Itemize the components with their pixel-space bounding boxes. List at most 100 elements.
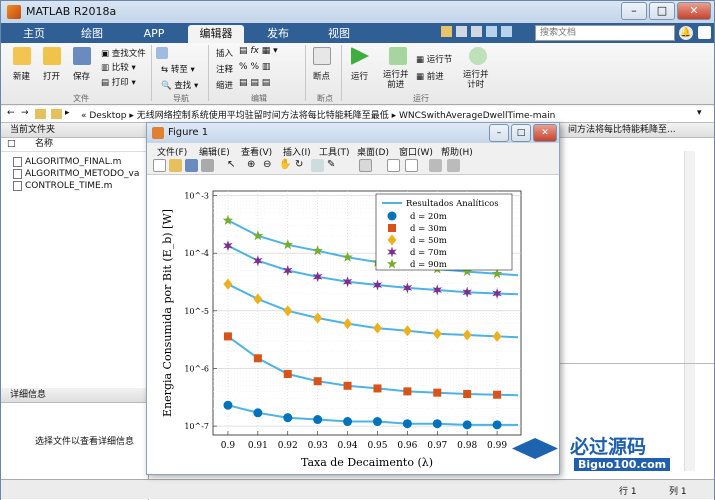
title-bar: MATLAB R2018a – □ ✕	[1, 1, 714, 23]
fx-icon[interactable]: fx	[250, 46, 259, 56]
breakpoint-group-label: 断点	[317, 94, 333, 103]
legend-label: Resultados Analíticos	[406, 198, 499, 209]
goto-button[interactable]: ⇆ 转至 ▾	[161, 63, 195, 75]
editor-tab-peek[interactable]: 间方法将每比特能耗降至...	[559, 123, 714, 138]
new-figure-icon[interactable]	[153, 159, 166, 172]
rotate-icon[interactable]: ↻	[295, 159, 308, 172]
tab-plots[interactable]: 绘图	[67, 25, 117, 43]
help-icon[interactable]	[698, 26, 711, 39]
legend-icon[interactable]	[405, 159, 418, 172]
x-tick-label: 0.97	[427, 441, 447, 451]
run-advance-button[interactable]: 运行并 前进	[383, 70, 409, 90]
run-button[interactable]: 运行	[351, 70, 368, 82]
forward-arrow-icon[interactable]: →	[21, 108, 29, 118]
tab-home[interactable]: 主页	[9, 25, 59, 43]
tab-view[interactable]: 视图	[314, 25, 364, 43]
back-arrow-icon[interactable]: ←	[7, 108, 15, 118]
minimize-button[interactable]: –	[621, 2, 647, 20]
print-button[interactable]: ▤ 打印 ▾	[101, 76, 136, 88]
tab-editor[interactable]: 编辑器	[188, 25, 244, 43]
file-item[interactable]: ALGORITMO_METODO_va	[1, 168, 148, 180]
comment-icon[interactable]: %	[239, 62, 248, 72]
redo-icon[interactable]	[501, 26, 512, 37]
data-cursor-icon[interactable]	[311, 159, 324, 172]
outdent-icon[interactable]: ▤	[262, 78, 271, 88]
colorbar-icon[interactable]	[387, 159, 400, 172]
zoom-in-icon[interactable]: ⊕	[247, 159, 260, 172]
open-button[interactable]: 打开	[43, 70, 60, 82]
browse-folder-icon[interactable]	[51, 109, 62, 119]
compare-button[interactable]: ▥ 比较 ▾	[101, 61, 136, 73]
save-icon[interactable]	[73, 47, 91, 65]
save-figure-icon[interactable]	[185, 159, 198, 172]
notification-icon[interactable]: 🔔	[679, 26, 693, 40]
brush-icon[interactable]: ✎	[327, 159, 340, 172]
save-button[interactable]: 保存	[73, 70, 90, 82]
path-breadcrumb[interactable]: « Desktop ▸ 无线网络控制系统使用平均驻留时间方法将每比特能耗降至最低…	[81, 108, 555, 121]
find-button[interactable]: 🔍 查找 ▾	[161, 79, 198, 91]
copy-icon[interactable]	[471, 26, 482, 37]
cursor-icon[interactable]: ↖	[227, 159, 240, 172]
figure-maximize-button[interactable]: □	[511, 124, 531, 142]
chart-svg[interactable]: 0.9 0.91 0.92 0.93 0.94 0.95 0.96 0.97 0.98 0.99 1…	[147, 175, 559, 474]
x-tick-label: 0.93	[308, 441, 328, 451]
run-section-button[interactable]: ▦ 运行节	[416, 53, 452, 65]
cut-icon[interactable]	[456, 26, 467, 37]
advance-button[interactable]: ▦ 前进	[416, 70, 444, 82]
run-and-time-button[interactable]: 运行并 计时	[463, 70, 489, 90]
find-file-button[interactable]: ▣ 查找文件	[101, 47, 146, 59]
run-icon[interactable]	[351, 47, 369, 65]
address-dropdown-icon[interactable]: ▾	[697, 108, 702, 118]
search-docs-input[interactable]: 搜索文档	[535, 25, 675, 41]
maximize-button[interactable]: □	[649, 2, 675, 20]
separator	[208, 45, 209, 101]
undo-icon[interactable]	[486, 26, 497, 37]
column-header-name[interactable]: □ 名称	[1, 138, 148, 152]
run-advance-icon[interactable]	[389, 47, 407, 65]
x-tick-label: 0.99	[487, 441, 507, 451]
wrap-icon[interactable]: ▥	[262, 62, 271, 72]
x-tick-label: 0.91	[248, 441, 268, 451]
vertical-scrollbar[interactable]	[684, 151, 695, 471]
save-icon[interactable]	[441, 26, 452, 37]
insert-section-icon[interactable]: ▤	[239, 46, 248, 56]
file-item[interactable]: CONTROLE_TIME.m	[1, 180, 148, 192]
edit-icons-row2: % % ▥	[239, 62, 307, 74]
chevron-icon: ▸	[65, 108, 70, 118]
zoom-out-icon[interactable]: ⊖	[263, 159, 276, 172]
close-button[interactable]: ✕	[677, 2, 711, 20]
indent-icon[interactable]: ▤	[250, 78, 259, 88]
new-button[interactable]: 新建	[13, 70, 30, 82]
print-figure-icon[interactable]	[201, 159, 214, 172]
breakpoint-icon[interactable]	[313, 47, 331, 65]
figure-minimize-button[interactable]: –	[489, 124, 509, 142]
indent-button[interactable]: 缩进	[216, 79, 233, 91]
pan-icon[interactable]: ✋	[279, 159, 292, 172]
new-icon[interactable]	[13, 47, 31, 65]
tab-apps[interactable]: APP	[129, 25, 179, 43]
tab-publish[interactable]: 发布	[253, 25, 303, 43]
figure-close-button[interactable]: ✕	[533, 124, 557, 142]
run-time-icon[interactable]	[469, 47, 487, 65]
data-point	[462, 420, 472, 430]
uncomment-icon[interactable]: %	[250, 62, 259, 72]
insert-function-icon[interactable]: ▦	[262, 46, 271, 56]
details-header: 详细信息	[1, 388, 148, 403]
smart-indent-icon[interactable]: ▤	[239, 78, 248, 88]
back-icon[interactable]	[156, 47, 168, 59]
figure-window[interactable]: Figure 1 – □ ✕ 文件(F) 编辑(E) 查看(V) 插入(I) 工…	[146, 122, 560, 475]
comment-button[interactable]: 注释	[216, 63, 233, 75]
edit-icons-row1: ▤ fx ▦ ▾	[239, 46, 278, 56]
plot-area[interactable]: 0.9 0.91 0.92 0.93 0.94 0.95 0.96 0.97 0.98 0.99 1…	[147, 175, 559, 474]
open-icon[interactable]	[43, 47, 61, 65]
edit-icons-row3: ▤ ▤ ▤	[239, 78, 307, 90]
open-file-icon[interactable]	[169, 159, 182, 172]
hide-tools-icon[interactable]	[429, 159, 442, 172]
link-plot-icon[interactable]	[359, 159, 372, 172]
insert-button[interactable]: 插入	[216, 47, 233, 59]
x-tick-label: 0.94	[338, 441, 358, 451]
file-item[interactable]: ALGORITMO_FINAL.m	[1, 156, 148, 168]
breakpoint-button[interactable]: 断点	[313, 70, 330, 82]
show-tools-icon[interactable]	[447, 159, 460, 172]
up-folder-icon[interactable]	[35, 109, 46, 119]
